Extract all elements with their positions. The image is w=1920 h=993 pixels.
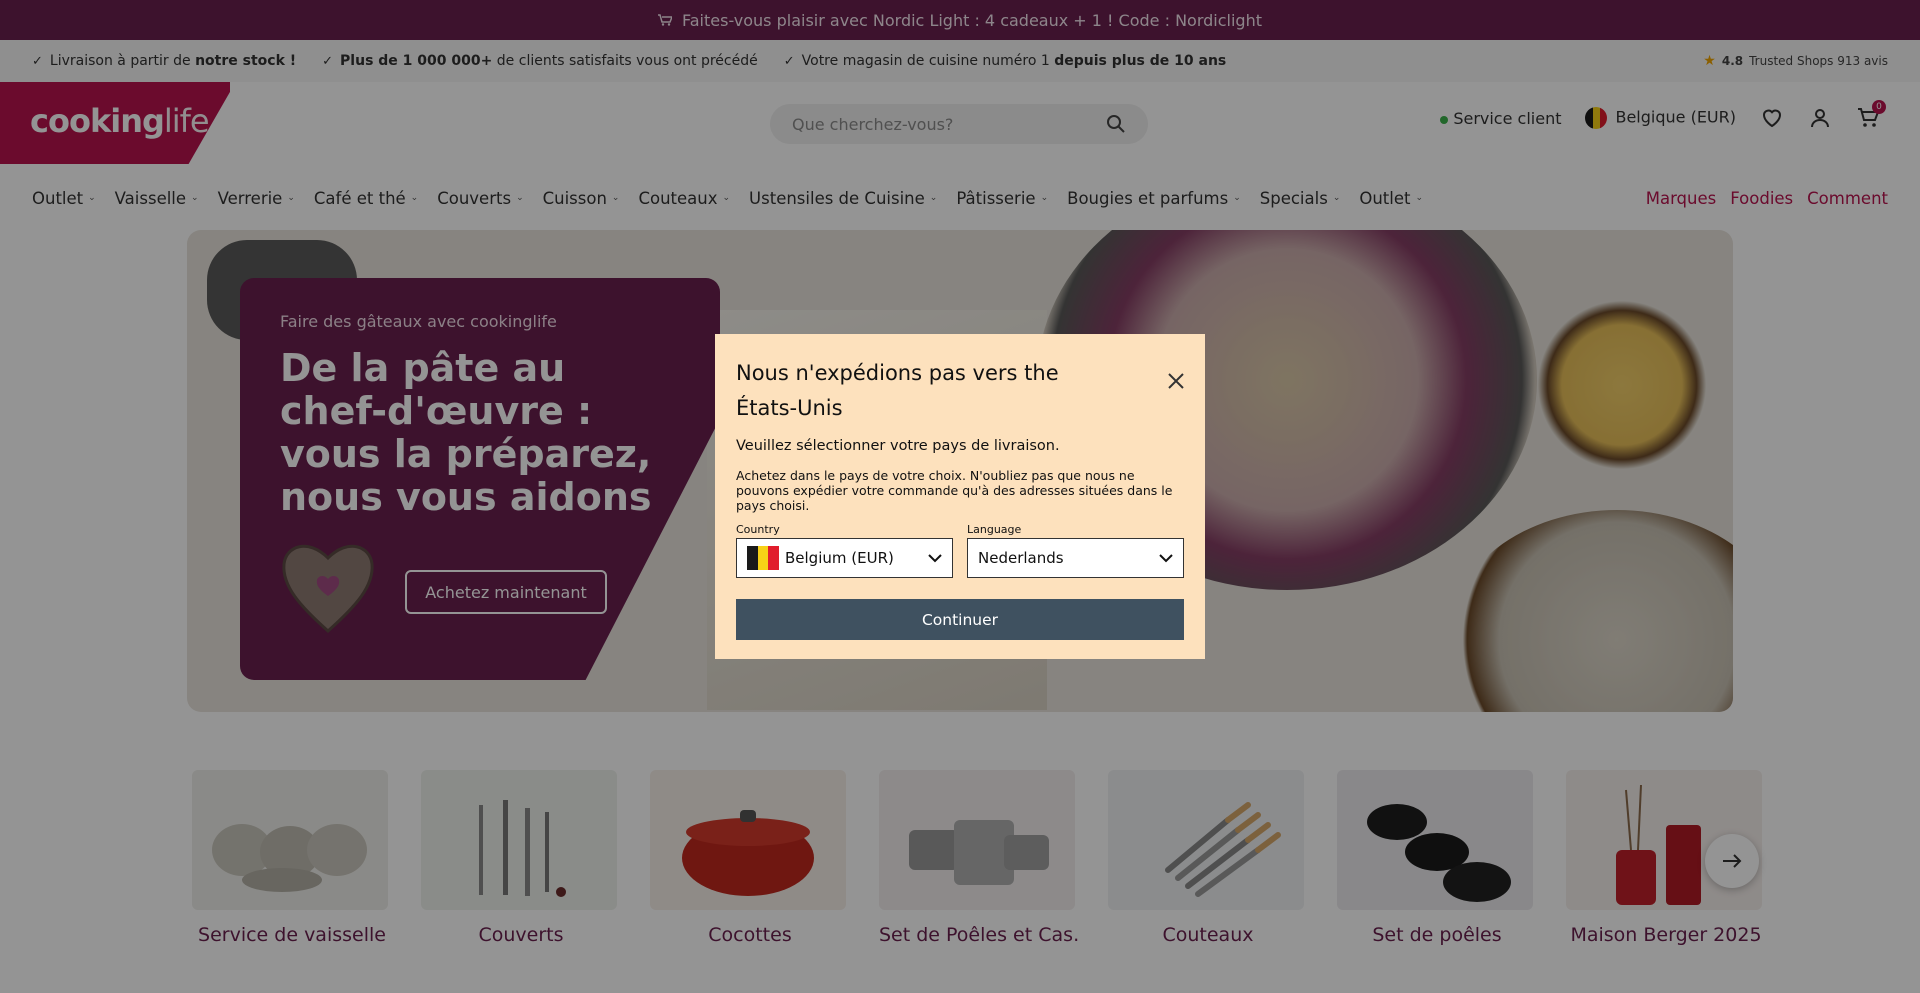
- chevron-down-icon: [1159, 554, 1173, 563]
- country-select-value: Belgium (EUR): [785, 549, 894, 567]
- close-icon[interactable]: [1167, 372, 1185, 390]
- modal-body: Achetez dans le pays de votre choix. N'o…: [736, 468, 1173, 513]
- continue-button[interactable]: Continuer: [736, 599, 1184, 640]
- language-label: Language: [967, 523, 1022, 536]
- modal-title: Nous n'expédions pas vers the États-Unis: [736, 361, 1059, 420]
- country-label: Country: [736, 523, 780, 536]
- language-select[interactable]: Nederlands: [967, 538, 1184, 578]
- shipping-country-modal: Nous n'expédions pas vers the États-Unis…: [715, 334, 1205, 659]
- modal-fields: Country Belgium (EUR) Language Nederland…: [736, 523, 1184, 578]
- language-select-value: Nederlands: [978, 549, 1064, 567]
- belgium-flag-icon: [747, 546, 780, 570]
- modal-subtitle: Veuillez sélectionner votre pays de livr…: [736, 438, 1060, 454]
- chevron-down-icon: [928, 554, 942, 563]
- country-select[interactable]: Belgium (EUR): [736, 538, 953, 578]
- language-field: Language Nederlands: [967, 523, 1184, 578]
- country-field: Country Belgium (EUR): [736, 523, 953, 578]
